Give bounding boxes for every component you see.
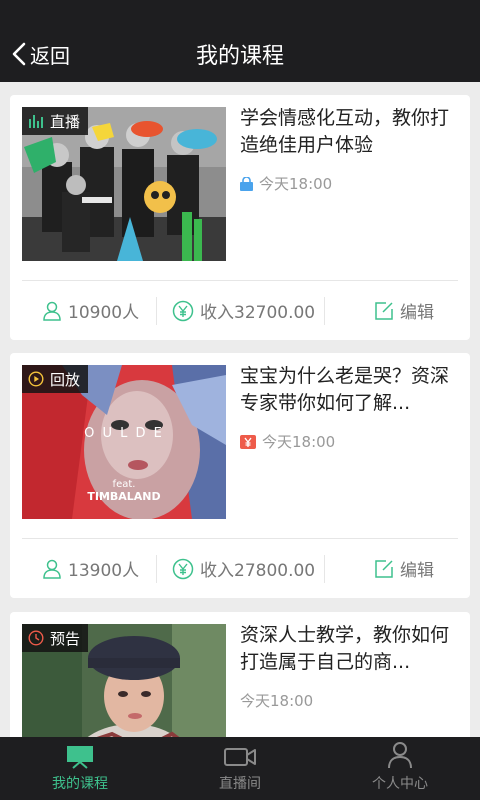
tab-live-room[interactable]: 直播间 — [160, 737, 320, 800]
course-time-label: 今天18:00 — [262, 433, 336, 451]
clock-icon — [28, 630, 44, 646]
course-badge: 回放 — [22, 365, 89, 393]
yuan-circle-icon — [172, 300, 194, 321]
course-thumbnail: 直播 — [22, 107, 226, 261]
course-badge-label: 预告 — [50, 629, 81, 648]
edit-label: 编辑 — [400, 303, 434, 323]
course-stats: 13900人 收入27800.00 编辑 — [10, 539, 470, 598]
play-circle-icon — [28, 371, 44, 387]
lock-icon — [240, 176, 253, 191]
course-badge: 预告 — [22, 624, 89, 652]
top-bar: 返回 我的课程 — [0, 0, 480, 82]
live-bars-icon — [29, 115, 43, 128]
course-title[interactable]: 宝宝为什么老是哭？资深专家带你如何了解... — [240, 363, 454, 417]
course-time: 今天18:00 — [240, 690, 313, 711]
tab-label: 我的课程 — [52, 776, 108, 792]
course-list[interactable]: 直播 学会情感化互动，教你打造绝佳用户体验 今天18:00 10900人 收入3… — [0, 82, 480, 737]
course-thumbnail: 预告 — [22, 624, 226, 737]
stat-separator — [156, 297, 157, 325]
stat-separator — [324, 555, 325, 583]
stat-separator — [324, 297, 325, 325]
course-badge: 直播 — [22, 107, 89, 135]
tab-label: 个人中心 — [372, 776, 428, 792]
course-time-label: 今天18:00 — [259, 175, 333, 193]
course-card[interactable]: 预告 资深人士教学，教你如何打造属于自己的商... 今天18:00 — [10, 612, 470, 737]
course-title[interactable]: 学会情感化互动，教你打造绝佳用户体验 — [240, 105, 454, 159]
user-icon — [388, 742, 412, 769]
edit-button[interactable]: 编辑 — [374, 556, 434, 581]
income-label: 收入27800.00 — [200, 561, 316, 581]
course-title[interactable]: 资深人士教学，教你如何打造属于自己的商... — [240, 622, 454, 676]
edit-button[interactable]: 编辑 — [374, 298, 434, 323]
course-time-label: 今天18:00 — [240, 692, 314, 710]
yuan-circle-icon — [172, 558, 194, 579]
page-title: 我的课程 — [195, 44, 284, 69]
screen-icon — [67, 746, 93, 769]
course-time: 今天18:00 — [240, 173, 332, 194]
course-time: 今天18:00 — [240, 431, 335, 452]
income-amount: 收入32700.00 — [172, 298, 315, 323]
tab-my-courses[interactable]: 我的课程 — [0, 737, 160, 800]
stat-separator — [156, 555, 157, 583]
course-badge-label: 回放 — [50, 370, 81, 389]
income-label: 收入32700.00 — [200, 303, 316, 323]
course-card[interactable]: O U L D E feat. TIMBALAND 回放 宝宝为什么老是哭？资深… — [10, 353, 470, 598]
thumb-feat-text: feat. — [113, 479, 136, 490]
course-badge-label: 直播 — [50, 112, 81, 131]
income-amount: 收入27800.00 — [172, 556, 315, 581]
thumb-title-text: O U L D E — [84, 426, 164, 441]
bottom-tab-bar: 我的课程 直播间 个人中心 — [0, 737, 480, 800]
edit-label: 编辑 — [400, 561, 434, 581]
course-stats: 10900人 收入32700.00 编辑 — [10, 281, 470, 340]
course-thumbnail: O U L D E feat. TIMBALAND 回放 — [22, 365, 226, 519]
students-count-label: 10900人 — [68, 303, 140, 323]
user-outline-icon — [43, 301, 61, 321]
students-count: 13900人 — [42, 556, 139, 581]
students-count: 10900人 — [42, 298, 139, 323]
edit-icon — [375, 559, 393, 578]
user-outline-icon — [43, 559, 61, 579]
edit-icon — [375, 301, 393, 320]
tab-profile[interactable]: 个人中心 — [320, 737, 480, 800]
tab-label: 直播间 — [219, 776, 261, 792]
video-camera-icon — [224, 748, 256, 766]
students-count-label: 13900人 — [68, 561, 140, 581]
yuan-tag-icon — [240, 434, 256, 449]
course-card[interactable]: 直播 学会情感化互动，教你打造绝佳用户体验 今天18:00 10900人 收入3… — [10, 95, 470, 340]
thumb-artist-text: TIMBALAND — [87, 490, 160, 503]
